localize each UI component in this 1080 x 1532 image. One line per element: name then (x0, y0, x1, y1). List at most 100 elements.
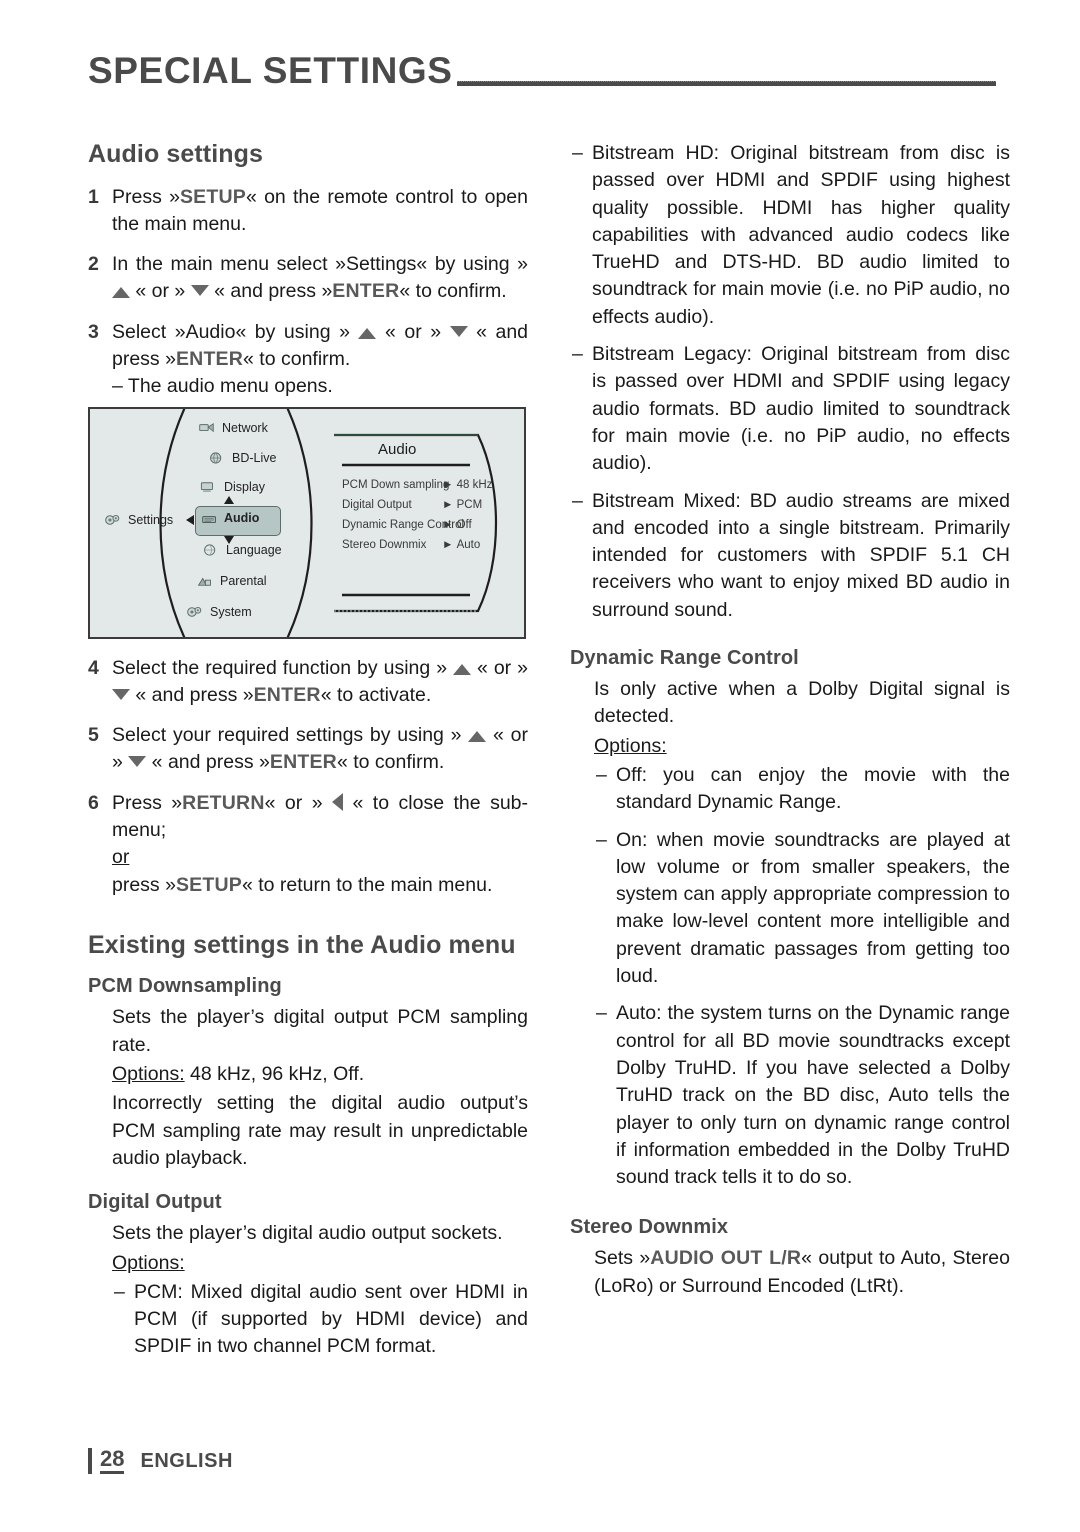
bullet-drc-off: – Off: you can enjoy the movie with the … (594, 762, 1010, 817)
row-value-text: Off (456, 518, 472, 531)
step-number: 4 (88, 656, 99, 679)
osd-panel-title: Audio (378, 440, 417, 458)
options-label: Options: (112, 1063, 185, 1086)
osd-row-value[interactable]: ► Auto (442, 539, 480, 551)
footer-language: ENGLISH (140, 1449, 233, 1472)
page-title: SPECIAL SETTINGS (88, 50, 453, 91)
pcm-warning: Incorrectly setting the digital audio ou… (112, 1092, 528, 1169)
osd-row-value[interactable]: ► 48 kHz (442, 479, 492, 491)
bullet-text: Bitstream HD: Original bitstream from di… (592, 142, 1010, 328)
osd-item-display[interactable]: Display (224, 480, 265, 494)
bullet-text: Bitstream Legacy: Original bitstream fro… (592, 343, 1010, 475)
stereo-downmix-description: Sets »AUDIO OUT L/R« output to Auto, Ste… (594, 1247, 1010, 1297)
drc-options-label: Options: (594, 733, 1010, 760)
stereo-downmix-body: Sets »AUDIO OUT L/R« output to Auto, Ste… (594, 1245, 1010, 1300)
osd-item-network[interactable]: Network (222, 421, 268, 435)
page-footer: 28 ENGLISH (88, 1448, 233, 1474)
osd-item-language[interactable]: Language (226, 543, 282, 557)
audio-icon (202, 515, 216, 523)
manual-page: SPECIAL SETTINGS Audio settings 1 Press … (0, 0, 1080, 1532)
osd-figure-content: Settings Network BD-Live Display Audio L… (90, 409, 524, 637)
row-value-text: Auto (456, 538, 481, 551)
dash-bullet: – (572, 489, 583, 512)
options-label: Options: (112, 1251, 185, 1274)
step-text: Select »Audio« by using » « or » « and p… (112, 320, 529, 370)
pcm-options: Options: 48 kHz, 96 kHz, Off. (112, 1061, 528, 1088)
bullet-drc-on: – On: when movie soundtracks are played … (594, 827, 1010, 991)
osd-row-label: PCM Down sampling (342, 478, 450, 491)
osd-row-value[interactable]: ► Off (442, 519, 472, 531)
row-marker: ► (442, 498, 454, 511)
step-1: 1 Press »SETUP« on the remote control to… (88, 184, 528, 239)
row-marker: ► (442, 538, 454, 551)
subheading-pcm-downsampling: PCM Downsampling (88, 975, 282, 998)
dash-bullet: – (596, 763, 607, 786)
row-value-text: 48 kHz (456, 478, 493, 491)
osd-item-parental[interactable]: Parental (220, 574, 267, 588)
digital-output-description: Sets the player’s digital audio output s… (112, 1222, 503, 1245)
dash-bullet: – (114, 1280, 125, 1303)
row-marker: ► (442, 518, 454, 531)
step-5: 5 Select your required settings by using… (88, 722, 528, 777)
page-header: SPECIAL SETTINGS (88, 52, 996, 89)
pcm-description: Sets the player’s digital output PCM sam… (112, 1006, 528, 1056)
right-column: – Bitstream HD: Original bitstream from … (570, 140, 1010, 1300)
step-3: 3 Select »Audio« by using » « or » « and… (88, 319, 528, 401)
row-value-text: PCM (456, 498, 483, 511)
pcm-body: Sets the player’s digital output PCM sam… (112, 1004, 528, 1172)
bullet-text: Auto: the system turns on the Dynamic ra… (616, 1002, 1010, 1189)
dash-bullet: – (572, 142, 583, 164)
digital-output-bullets-continued: – Bitstream HD: Original bitstream from … (570, 140, 1010, 624)
digital-output-body: Sets the player’s digital audio output s… (112, 1220, 528, 1360)
subheading-stereo-downmix: Stereo Downmix (570, 1216, 729, 1239)
dash-bullet: – (596, 1002, 607, 1025)
bullet-bitstream-mixed: – Bitstream Mixed: BD audio streams are … (570, 488, 1010, 624)
section-heading-existing-settings: Existing settings in the Audio menu (88, 930, 516, 959)
options-label: Options: (594, 734, 667, 757)
osd-item-bd-live[interactable]: BD-Live (232, 451, 276, 465)
left-column: Audio settings 1 Press »SETUP« on the re… (88, 140, 528, 1361)
parental-icon (197, 577, 211, 586)
step-2: 2 In the main menu select »Settings« by … (88, 251, 528, 306)
section-heading-audio-settings: Audio settings (88, 140, 264, 168)
step-6: 6 Press »RETURN« or » « to close the sub… (88, 790, 528, 899)
osd-menu-figure: Settings Network BD-Live Display Audio L… (88, 406, 526, 639)
digital-output-options-label: Options: (112, 1250, 528, 1277)
step-number: 5 (88, 724, 99, 747)
step-4: 4 Select the required function by using … (88, 655, 528, 710)
osd-row-label: Digital Output (342, 498, 412, 511)
step-text: Select your required settings by using »… (112, 724, 528, 774)
osd-row-label: Stereo Downmix (342, 538, 427, 551)
osd-item-system[interactable]: System (210, 605, 252, 619)
osd-item-audio[interactable]: Audio (224, 511, 259, 525)
system-gear-icon (187, 606, 202, 617)
row-marker: ► (442, 478, 454, 491)
header-rule (456, 81, 996, 86)
display-icon (200, 481, 213, 492)
bullet-text: On: when movie soundtracks are played at… (616, 828, 1010, 988)
step-number: 2 (88, 253, 99, 276)
osd-row-value[interactable]: ► PCM (442, 499, 482, 511)
language-icon (204, 544, 216, 556)
footer-rule (88, 1448, 92, 1474)
step-3-note: – The audio menu opens. (112, 375, 333, 398)
digital-output-bullet-pcm: – PCM: Mixed digital audio sent over HDM… (112, 1279, 528, 1361)
dash-bullet: – (596, 828, 607, 851)
subheading-dynamic-range-control: Dynamic Range Control (570, 647, 799, 670)
dash-bullet: – (572, 343, 583, 366)
step-text: Select the required function by using » … (112, 656, 528, 706)
options-values: 48 kHz, 96 kHz, Off. (184, 1063, 365, 1086)
globe-icon (210, 452, 222, 464)
gear-icon (105, 514, 120, 525)
bullet-text: Off: you can enjoy the movie with the st… (616, 763, 1010, 814)
osd-root-label: Settings (128, 512, 174, 527)
bullet-text: Bitstream Mixed: BD audio streams are mi… (592, 489, 1010, 621)
bullet-text: PCM: Mixed digital audio sent over HDMI … (134, 1280, 528, 1358)
subheading-digital-output: Digital Output (88, 1191, 222, 1214)
drc-body: Is only active when a Dolby Digital sign… (594, 676, 1010, 1191)
step-number: 3 (88, 320, 99, 343)
page-number: 28 (100, 1448, 125, 1474)
network-icon (199, 422, 214, 432)
bullet-bitstream-legacy: – Bitstream Legacy: Original bitstream f… (570, 341, 1010, 477)
step-number: 1 (88, 185, 99, 208)
